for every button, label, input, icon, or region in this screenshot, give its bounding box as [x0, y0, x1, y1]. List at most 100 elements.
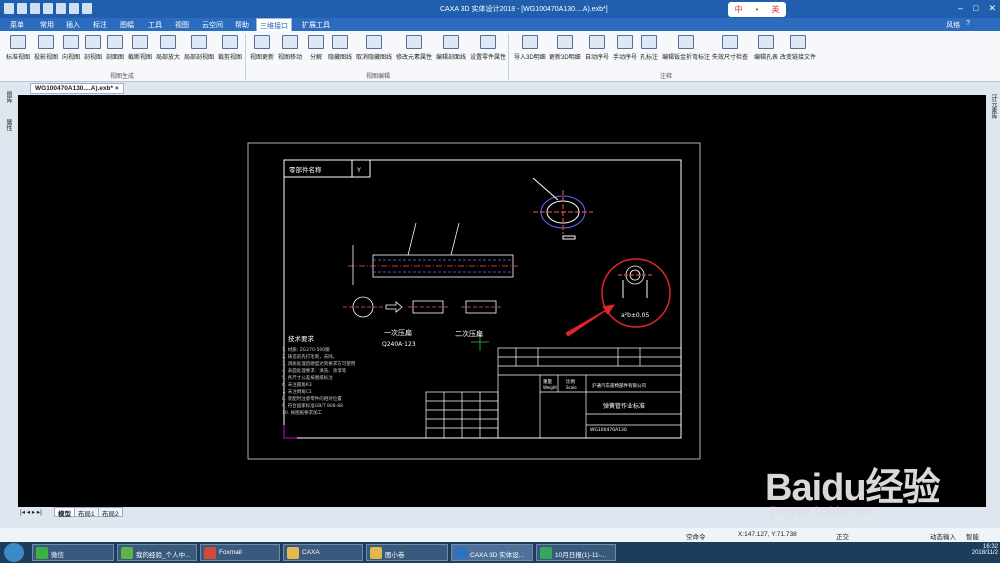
- unhide-lines-button[interactable]: 取消隐藏图线: [356, 35, 392, 61]
- hide-lines-button[interactable]: 隐藏图线: [328, 35, 352, 61]
- detail-view-button[interactable]: 局部放大: [156, 35, 180, 61]
- cross-section-button[interactable]: 剖面图: [106, 35, 124, 61]
- tab-tools[interactable]: 工具: [148, 20, 162, 30]
- status-dynamic-input[interactable]: 动态输入: [930, 531, 956, 541]
- tab-help[interactable]: 帮助: [235, 20, 249, 30]
- tech-line: 9. 符合国家标准GB/T 808-88: [282, 402, 343, 409]
- baidu-watermark: Baidu经验 jingyan.baidu.com: [765, 456, 941, 519]
- taskbar-item-active[interactable]: CAXA 3D 实体设...: [451, 544, 533, 561]
- tab-frame[interactable]: 图幅: [120, 20, 134, 30]
- standard-view-button[interactable]: 标准视图: [6, 35, 30, 61]
- clock-date[interactable]: 2018/11/2: [972, 550, 998, 556]
- status-snap[interactable]: 正交: [836, 531, 849, 541]
- right-side-panel: 设计元素库: [986, 83, 1000, 518]
- undo-icon[interactable]: [69, 3, 79, 14]
- button-label: 自动序号: [585, 55, 610, 61]
- sheetmetal-bend-button[interactable]: 编辑钣金折弯标注: [662, 35, 710, 61]
- layout-tab-1[interactable]: 布局1: [74, 507, 99, 518]
- hole-callout-button[interactable]: 孔标注: [640, 35, 658, 61]
- view-move-button[interactable]: 视图移动: [278, 35, 302, 61]
- tab-menu[interactable]: 菜单: [10, 20, 24, 30]
- taskbar-item[interactable]: CAXA: [283, 544, 363, 561]
- auto-balloon-button[interactable]: 自动序号: [585, 35, 609, 61]
- crop-view-icon: [222, 35, 238, 49]
- process-flow: [343, 296, 501, 351]
- minimize-icon[interactable]: –: [958, 3, 963, 14]
- taskbar-item[interactable]: Foxmail: [200, 544, 280, 561]
- part-properties-button[interactable]: 设置零件属性: [470, 35, 506, 61]
- button-label: 局部剖视图: [184, 55, 215, 61]
- tab-view[interactable]: 视图: [175, 20, 189, 30]
- button-label: 标准视图: [6, 55, 31, 61]
- button-label: 设置零件属性: [470, 55, 507, 61]
- group-label-annotation: 注释: [660, 74, 673, 80]
- layout-tab-model[interactable]: 模型: [54, 507, 75, 518]
- taskbar-item[interactable]: 微信: [32, 544, 114, 561]
- app-menu-icon[interactable]: [4, 3, 14, 14]
- tab-cloud[interactable]: 云空间: [202, 20, 223, 30]
- layout-tab-2[interactable]: 布局2: [98, 507, 123, 518]
- taskbar-label: CAXA: [302, 549, 320, 556]
- tech-line: 2. 铸造前先打毛刺，去除。: [282, 353, 337, 360]
- document-tab[interactable]: WG100470A130....A).exb* ×: [30, 83, 124, 94]
- taskbar-label: 我的经验_个人中...: [136, 552, 191, 559]
- edit-hole-table-button[interactable]: 编辑孔表: [754, 35, 778, 61]
- change-link-file-button[interactable]: 改变链接文件: [780, 35, 816, 61]
- broken-view-icon: [132, 35, 148, 49]
- invalid-dimension-check-button[interactable]: 失效尺寸检查: [712, 35, 748, 61]
- save-icon[interactable]: [43, 3, 53, 14]
- tube-side-view: [348, 222, 518, 285]
- new-icon[interactable]: [17, 3, 27, 14]
- direction-view-button[interactable]: 向视图: [62, 35, 80, 61]
- open-icon[interactable]: [30, 3, 40, 14]
- highlighted-detail: [565, 258, 671, 337]
- properties-panel-tab[interactable]: 属性: [5, 119, 13, 131]
- start-button[interactable]: [4, 543, 24, 562]
- wechat-icon: [36, 547, 48, 559]
- help-icon[interactable]: ?: [966, 20, 970, 30]
- tab-3d-interface[interactable]: 三维接口: [256, 18, 292, 31]
- drawing-canvas[interactable]: 零部件名称 Y 一次压扁 Q240A·123 二次压扁 a²b±0.05 技术要…: [18, 95, 986, 507]
- library-panel-tab[interactable]: 图库: [5, 91, 13, 103]
- print-icon[interactable]: [56, 3, 66, 14]
- style-selector[interactable]: 风格: [946, 20, 960, 30]
- explode-icon: [308, 35, 324, 49]
- tech-line: 4. 表面处理要求：清洗、涂漆等: [282, 367, 347, 374]
- projection-view-button[interactable]: 投影视图: [34, 35, 58, 61]
- hole-table-icon: [758, 35, 774, 49]
- title-box-label: 零部件名称: [289, 165, 322, 174]
- explode-button[interactable]: 分解: [308, 35, 324, 61]
- import-3d-bom-button[interactable]: 导入3D明细: [514, 35, 546, 61]
- taskbar-item[interactable]: 图小卷: [366, 544, 448, 561]
- tab-extended-tools[interactable]: 扩展工具: [302, 20, 330, 30]
- quick-access-toolbar: [4, 3, 92, 14]
- taskbar-label: Foxmail: [219, 549, 242, 556]
- modify-properties-button[interactable]: 修改元素属性: [396, 35, 432, 61]
- tab-annotate[interactable]: 标注: [93, 20, 107, 30]
- redo-icon[interactable]: [82, 3, 92, 14]
- section-view-button[interactable]: 剖视图: [84, 35, 102, 61]
- taskbar-item[interactable]: 我的经验_个人中...: [117, 544, 197, 561]
- taskbar-item[interactable]: 10月日报(1)-11-...: [536, 544, 616, 561]
- tab-insert[interactable]: 插入: [66, 20, 80, 30]
- ime-label-en[interactable]: 英: [771, 4, 779, 15]
- taskbar-label: 10月日报(1)-11-...: [555, 552, 607, 559]
- edit-hatch-button[interactable]: 编辑剖面线: [436, 35, 466, 61]
- layout-nav-arrows[interactable]: |◂ ◂ ▸ ▸|: [20, 508, 42, 516]
- button-label: 剖面图: [106, 55, 125, 61]
- crop-view-button[interactable]: 裁剪视图: [218, 35, 242, 61]
- ime-label-cn[interactable]: 中: [735, 4, 743, 15]
- manual-balloon-button[interactable]: 手动序号: [613, 35, 637, 61]
- close-window-icon[interactable]: ✕: [988, 3, 996, 14]
- update-3d-bom-button[interactable]: 更新3D明细: [549, 35, 581, 61]
- tab-common[interactable]: 常用: [40, 20, 54, 30]
- browser-icon: [121, 547, 133, 559]
- weight-label: 重量: [543, 378, 552, 385]
- close-icon[interactable]: ×: [115, 85, 119, 92]
- broken-view-button[interactable]: 截断视图: [128, 35, 152, 61]
- status-smart[interactable]: 智能: [966, 531, 979, 541]
- ime-toolbar[interactable]: 中 • 英: [728, 2, 786, 17]
- partial-section-button[interactable]: 局部剖视图: [184, 35, 214, 61]
- maximize-icon[interactable]: □: [973, 3, 978, 14]
- view-update-button[interactable]: 视图更新: [250, 35, 274, 61]
